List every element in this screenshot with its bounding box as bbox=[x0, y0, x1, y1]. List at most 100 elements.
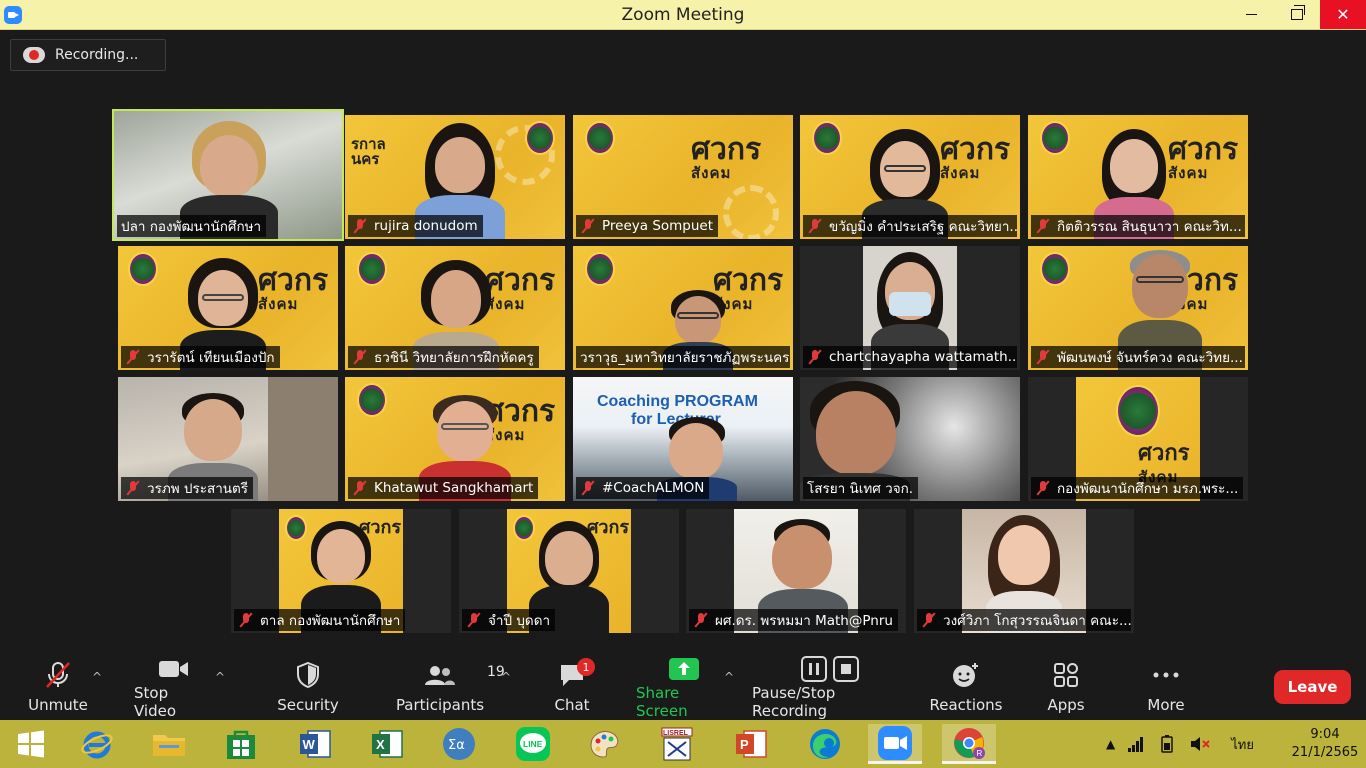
smiley-add-icon bbox=[953, 663, 978, 687]
security-button[interactable]: Security bbox=[276, 656, 340, 720]
taskbar-powerpoint[interactable]: P bbox=[724, 724, 778, 764]
video-tile[interactable]: ศวกร สังคม Preeya Sompuet bbox=[573, 115, 793, 239]
participants-options-caret[interactable]: ^ bbox=[501, 670, 511, 684]
taskbar-line[interactable]: LINE bbox=[506, 724, 560, 764]
taskbar-excel[interactable]: X bbox=[360, 724, 414, 764]
taskbar-edge[interactable] bbox=[798, 724, 852, 764]
taskbar-lisrel[interactable]: LISREL bbox=[650, 724, 704, 764]
clock-date: 21/1/2565 bbox=[1291, 745, 1359, 760]
video-options-caret[interactable]: ^ bbox=[215, 670, 225, 684]
video-tile[interactable]: Coaching PROGRAM for Lecturer #CoachALMON bbox=[573, 377, 793, 501]
maximize-button[interactable] bbox=[1274, 0, 1320, 29]
video-tile[interactable]: ศวกร สังคม Khatawut Sangkhamart bbox=[345, 377, 565, 501]
video-tile[interactable]: ศวกร ตาล กองพัฒนานักศึกษา bbox=[231, 509, 451, 633]
svg-text:X: X bbox=[376, 737, 385, 752]
svg-text:W: W bbox=[303, 737, 316, 752]
participant-nameplate: โสรยา นิเทศ วจก. bbox=[803, 477, 919, 499]
audio-options-caret[interactable]: ^ bbox=[92, 670, 102, 684]
participants-icon bbox=[425, 666, 455, 685]
taskbar-internet-explorer[interactable] bbox=[70, 724, 124, 764]
video-tile[interactable]: ศวกรสังคม กองพัฒนานักศึกษา มรภ.พระ... bbox=[1028, 377, 1248, 501]
battery-icon[interactable] bbox=[1157, 735, 1177, 753]
participant-nameplate: วงศ์วิภา โกสุวรรณจินดา คณะ... bbox=[917, 609, 1131, 631]
mic-muted-icon bbox=[352, 480, 368, 496]
close-button[interactable]: ✕ bbox=[1320, 0, 1366, 29]
video-tile[interactable]: ผศ.ดร. พรหมมา Math@Pnru bbox=[686, 509, 906, 633]
video-gallery: Recording... ปลา กองพัฒนานักศึกษา รกาล นค… bbox=[0, 30, 1366, 656]
mic-muted-icon bbox=[125, 349, 141, 365]
stop-icon bbox=[833, 656, 859, 682]
recording-label: Recording... bbox=[55, 47, 139, 63]
taskbar-chrome[interactable]: R bbox=[942, 724, 996, 764]
participant-nameplate: วรารัตน์ เทียนเมืองปัก bbox=[121, 346, 280, 368]
reactions-button[interactable]: Reactions bbox=[928, 656, 1004, 720]
taskbar-paint[interactable] bbox=[578, 724, 632, 764]
university-seal-icon bbox=[525, 121, 555, 155]
taskbar-word[interactable]: W bbox=[288, 724, 342, 764]
network-signal-icon[interactable] bbox=[1127, 736, 1145, 752]
video-tile[interactable]: ปลา กองพัฒนานักศึกษา bbox=[112, 109, 344, 241]
recording-indicator[interactable]: Recording... bbox=[10, 39, 166, 71]
mic-muted-icon bbox=[807, 218, 823, 234]
video-tile[interactable]: ศวกร สังคม กิตติวรรณ สินธุนาวา คณะวิท... bbox=[1028, 115, 1248, 239]
participant-nameplate: กิตติวรรณ สินธุนาวา คณะวิท... bbox=[1031, 215, 1245, 237]
participant-nameplate: กองพัฒนานักศึกษา มรภ.พระ... bbox=[1031, 477, 1244, 499]
participant-nameplate: จำปี บุดดา bbox=[462, 609, 556, 631]
mic-muted-icon bbox=[921, 612, 937, 628]
video-tile[interactable]: chartchayapha wattamath... bbox=[800, 246, 1020, 370]
video-tile[interactable]: ศวกร สังคม ขวัญมิ่ง คำประเสริฐ คณะวิทยา..… bbox=[800, 115, 1020, 239]
video-tile[interactable]: ศวกร สังคม วราวุธ_มหาวิทยาลัยราชภัฏพระนคร bbox=[573, 246, 793, 370]
university-seal-icon bbox=[585, 252, 615, 286]
input-language-indicator[interactable]: ไทย bbox=[1231, 734, 1254, 755]
pause-stop-recording-button[interactable]: Pause/Stop Recording bbox=[752, 656, 908, 720]
show-hidden-icons-caret[interactable]: ▲ bbox=[1106, 737, 1115, 751]
store-icon bbox=[227, 730, 255, 759]
university-seal-icon bbox=[812, 121, 842, 155]
unmute-button[interactable]: Unmute bbox=[24, 656, 92, 720]
minimize-icon bbox=[1245, 14, 1257, 15]
chat-button[interactable]: 1 Chat bbox=[548, 656, 596, 720]
video-tile[interactable]: ศวกร สังคม พัฒนพงษ์ จันทร์ควง คณะวิทย... bbox=[1028, 246, 1248, 370]
speaker-muted-icon[interactable] bbox=[1189, 735, 1211, 753]
meeting-toolbar: Unmute ^ Stop Video ^ Security 19 Partic… bbox=[0, 656, 1366, 720]
university-seal-icon bbox=[357, 252, 387, 286]
taskbar-file-explorer[interactable] bbox=[142, 724, 196, 764]
title-bar: Zoom Meeting ✕ bbox=[0, 0, 1366, 30]
start-button[interactable] bbox=[4, 724, 58, 764]
video-tile[interactable]: ศวกร จำปี บุดดา bbox=[459, 509, 679, 633]
participants-button[interactable]: 19 Participants bbox=[396, 656, 505, 720]
mic-muted-icon bbox=[46, 662, 70, 688]
video-tile[interactable]: โสรยา นิเทศ วจก. bbox=[800, 377, 1020, 501]
participant-nameplate: พัฒนพงษ์ จันทร์ควง คณะวิทย... bbox=[1031, 346, 1245, 368]
stop-video-button[interactable]: Stop Video bbox=[134, 656, 214, 720]
video-camera-icon bbox=[159, 661, 188, 677]
video-tile[interactable]: วงศ์วิภา โกสุวรรณจินดา คณะ... bbox=[914, 509, 1134, 633]
leave-button[interactable]: Leave bbox=[1274, 670, 1351, 704]
zoom-icon bbox=[878, 725, 912, 760]
minimize-button[interactable] bbox=[1228, 0, 1274, 29]
participant-nameplate: ธวชินี วิทยาลัยการฝึกหัดครู bbox=[348, 346, 539, 368]
chat-unread-badge: 1 bbox=[577, 658, 595, 676]
video-tile[interactable]: รกาล นคร rujira donudom bbox=[345, 115, 565, 239]
video-tile[interactable]: ศวกร สังคม ธวชินี วิทยาลัยการฝึกหัดครู bbox=[345, 246, 565, 370]
video-tile[interactable]: วรภพ ประสานตรี bbox=[118, 377, 338, 501]
share-screen-button[interactable]: Share Screen bbox=[636, 656, 732, 720]
university-seal-icon bbox=[357, 383, 387, 417]
share-options-caret[interactable]: ^ bbox=[724, 670, 734, 684]
participant-nameplate: ผศ.ดร. พรหมมา Math@Pnru bbox=[689, 609, 898, 631]
apps-button[interactable]: Apps bbox=[1040, 656, 1092, 720]
participant-nameplate: Preeya Sompuet bbox=[576, 215, 719, 237]
excel-icon: X bbox=[372, 730, 403, 758]
line-icon: LINE bbox=[516, 727, 550, 761]
participant-nameplate: ขวัญมิ่ง คำประเสริฐ คณะวิทยา... bbox=[803, 215, 1017, 237]
more-button[interactable]: More bbox=[1140, 656, 1192, 720]
taskbar-clock[interactable]: 9:04 21/1/2565 bbox=[1290, 726, 1360, 762]
taskbar-store[interactable] bbox=[214, 724, 268, 764]
system-tray: ▲ ไทย bbox=[1106, 720, 1254, 768]
shield-icon bbox=[297, 661, 319, 689]
ellipsis-icon bbox=[1153, 672, 1179, 678]
chrome-icon: R bbox=[954, 727, 985, 759]
taskbar-math-input[interactable]: Σα bbox=[432, 724, 486, 764]
video-tile[interactable]: ศวกร สังคม วรารัตน์ เทียนเมืองปัก bbox=[118, 246, 338, 370]
taskbar-zoom[interactable] bbox=[868, 724, 922, 764]
